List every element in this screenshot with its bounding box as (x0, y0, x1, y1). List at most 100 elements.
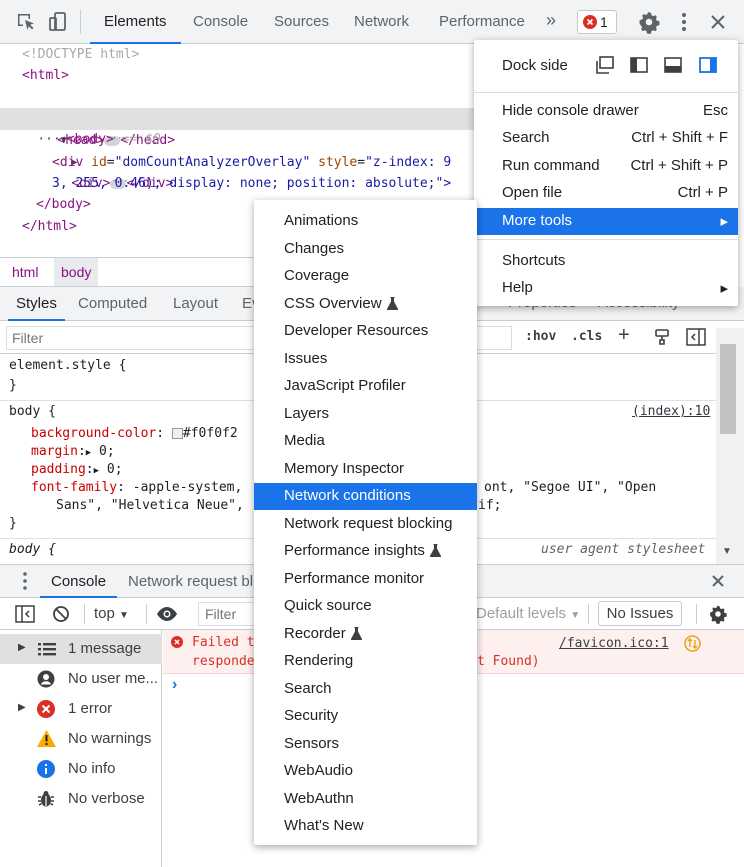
menu-item-issues[interactable]: Issues (254, 346, 477, 373)
breadcrumb-html[interactable]: html (12, 264, 38, 280)
error-source-link[interactable]: /favicon.ico:1 (559, 636, 669, 651)
customize-menu-icon[interactable] (672, 10, 696, 34)
close-drawer-icon[interactable] (710, 573, 726, 589)
source-link[interactable]: (index):10 (632, 404, 710, 419)
styles-scrollbar[interactable]: ▼ (716, 328, 744, 564)
settings-gear-icon[interactable] (637, 10, 661, 34)
menu-item-webauthn[interactable]: WebAuthn (254, 786, 477, 813)
menu-item-more-tools[interactable]: More tools ▸ (474, 208, 738, 235)
menu-item-recorder[interactable]: Recorder (254, 621, 477, 648)
menu-item-javascript-profiler[interactable]: JavaScript Profiler (254, 373, 477, 400)
element-style-selector[interactable]: element.style { (9, 358, 126, 373)
console-prompt[interactable]: › (172, 676, 177, 694)
menu-item-developer-resources[interactable]: Developer Resources (254, 318, 477, 345)
sidebar-item-label: No user me... (68, 670, 159, 687)
expand-triangle-icon[interactable]: ▶ (94, 466, 99, 476)
tab-computed[interactable]: Computed (70, 287, 155, 321)
show-sidebar-icon[interactable] (15, 605, 35, 623)
scroll-down-icon[interactable]: ▼ (722, 546, 732, 557)
tab-elements[interactable]: Elements (90, 0, 181, 44)
close-devtools-icon[interactable] (706, 10, 730, 34)
console-settings-icon[interactable] (708, 604, 728, 624)
issues-button[interactable]: No Issues (598, 601, 682, 626)
more-tabs-button[interactable]: » (546, 10, 556, 31)
tab-styles[interactable]: Styles (8, 287, 65, 321)
menu-item-hide-console-drawer[interactable]: Hide console drawer Esc (474, 98, 738, 125)
tab-console[interactable]: Console (179, 0, 262, 44)
expand-triangle-icon[interactable]: ▶ (18, 702, 26, 713)
console-filter-input[interactable] (198, 602, 258, 626)
menu-item-network-request-blocking[interactable]: Network request blocking (254, 511, 477, 538)
drawer-tab-console[interactable]: Console (40, 565, 118, 598)
doctype-node[interactable]: <!DOCTYPE html> (22, 44, 139, 65)
expand-triangle-icon[interactable]: ▶ (86, 448, 91, 458)
font-family-decl[interactable]: font-family: -apple-system, (31, 480, 242, 495)
tab-sources[interactable]: Sources (260, 0, 343, 44)
bg-color-decl[interactable]: background-color: #f0f0f2 (31, 426, 238, 441)
padding-decl[interactable]: padding:▶ 0; (31, 462, 123, 477)
cls-toggle[interactable]: .cls (571, 329, 602, 344)
div-node[interactable]: ▶ <div></div> (40, 130, 173, 193)
tab-layout[interactable]: Layout (165, 287, 226, 321)
network-request-icon[interactable] (684, 635, 701, 652)
menu-item-search[interactable]: Search (254, 676, 477, 703)
menu-item-what-s-new[interactable]: What's New (254, 813, 477, 840)
log-levels-dropdown[interactable]: Default levels ▼ (476, 605, 580, 622)
dock-left-icon[interactable] (629, 55, 649, 75)
dropdown-arrow-icon: ▼ (570, 610, 581, 621)
inspect-element-icon[interactable] (14, 10, 38, 34)
head-node[interactable]: ▶ <head></head> (26, 87, 175, 150)
menu-item-changes[interactable]: Changes (254, 236, 477, 263)
paint-bucket-icon[interactable] (653, 328, 671, 346)
menu-item-layers[interactable]: Layers (254, 401, 477, 428)
menu-item-performance-insights[interactable]: Performance insights (254, 538, 477, 565)
dock-bottom-icon[interactable] (663, 55, 683, 75)
html-node[interactable]: <html> (22, 65, 69, 86)
tab-performance[interactable]: Performance (425, 0, 539, 44)
menu-item-shortcuts[interactable]: Shortcuts (474, 248, 738, 275)
sidebar-item-messages[interactable]: ▶ 1 message (0, 634, 162, 664)
menu-item-run-command[interactable]: Run command Ctrl + Shift + P (474, 153, 738, 180)
menu-item-search[interactable]: Search Ctrl + Shift + F (474, 125, 738, 152)
live-expression-eye-icon[interactable] (156, 606, 178, 622)
menu-item-quick-source[interactable]: Quick source (254, 593, 477, 620)
expand-triangle-icon[interactable]: ▶ (18, 642, 26, 653)
hov-toggle[interactable]: :hov (525, 329, 556, 344)
sidebar-item-info[interactable]: No info (0, 754, 162, 784)
menu-item-coverage[interactable]: Coverage (254, 263, 477, 290)
drawer-tab-network-blocking[interactable]: Network request bl (128, 565, 253, 598)
dock-right-icon[interactable] (698, 55, 718, 75)
new-style-rule-icon[interactable]: + (618, 324, 630, 347)
drawer-menu-icon[interactable] (22, 571, 28, 591)
sidebar-item-errors[interactable]: ▶ 1 error (0, 694, 162, 724)
error-count-badge[interactable]: 1 (577, 10, 617, 34)
color-swatch[interactable] (171, 428, 183, 439)
menu-item-rendering[interactable]: Rendering (254, 648, 477, 675)
breadcrumb-body[interactable]: body (54, 258, 99, 286)
body-selector[interactable]: body { (9, 404, 56, 419)
margin-decl[interactable]: margin:▶ 0; (31, 444, 115, 459)
context-selector[interactable]: top ▼ (94, 605, 129, 622)
menu-item-css-overview[interactable]: CSS Overview (254, 291, 477, 318)
sidebar-item-verbose[interactable]: No verbose (0, 784, 162, 814)
menu-item-network-conditions[interactable]: Network conditions (254, 483, 477, 510)
overlay-div-node[interactable]: <div id="domCountAnalyzerOverlay" style=… (52, 152, 451, 173)
menu-item-webaudio[interactable]: WebAudio (254, 758, 477, 785)
toggle-sidebar-icon[interactable] (686, 328, 706, 346)
menu-item-media[interactable]: Media (254, 428, 477, 455)
menu-item-performance-monitor[interactable]: Performance monitor (254, 566, 477, 593)
menu-item-memory-inspector[interactable]: Memory Inspector (254, 456, 477, 483)
device-toolbar-icon[interactable] (46, 10, 70, 34)
sidebar-item-user-messages[interactable]: No user me... (0, 664, 162, 694)
menu-item-help[interactable]: Help ▸ (474, 275, 738, 302)
menu-item-animations[interactable]: Animations (254, 208, 477, 235)
clear-console-icon[interactable] (52, 605, 70, 623)
menu-item-open-file[interactable]: Open file Ctrl + P (474, 180, 738, 207)
body-node[interactable]: ···▼<body> == $0 (6, 108, 160, 147)
undock-icon[interactable] (595, 55, 615, 75)
menu-item-sensors[interactable]: Sensors (254, 731, 477, 758)
tab-network[interactable]: Network (340, 0, 423, 44)
menu-item-security[interactable]: Security (254, 703, 477, 730)
sidebar-item-warnings[interactable]: No warnings (0, 724, 162, 754)
scrollbar-thumb[interactable] (720, 344, 736, 434)
